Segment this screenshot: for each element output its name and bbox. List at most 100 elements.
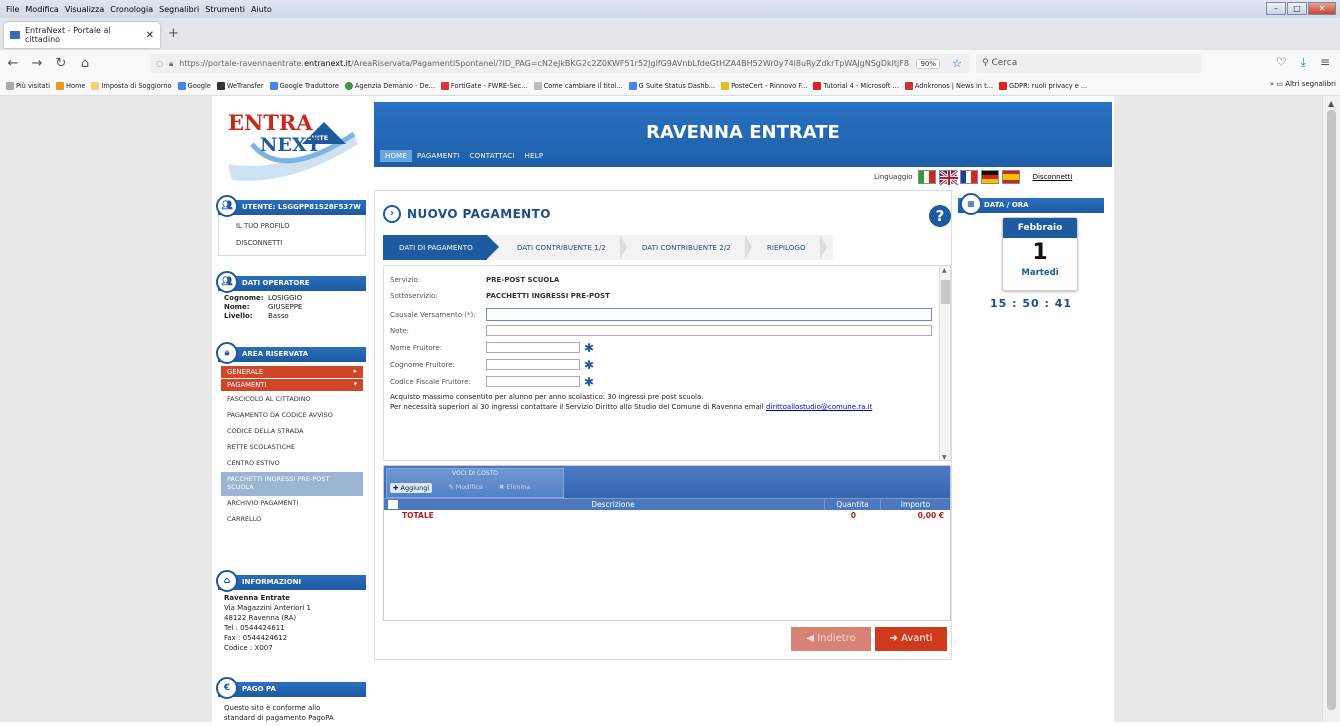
- sidebar-item-codice-strada[interactable]: CODICE DELLA STRADA: [221, 424, 363, 440]
- search-input[interactable]: ⚲ Cerca: [976, 54, 1202, 73]
- bookmark-item[interactable]: GDPR: ruoli privacy e ...: [998, 81, 1087, 90]
- download-icon[interactable]: ⤓: [1301, 55, 1306, 70]
- bookmark-star-icon[interactable]: ☆: [952, 58, 962, 69]
- sidebar-item-rette[interactable]: RETTE SCOLASTICHE: [221, 440, 363, 456]
- cost-header: Descrizione Quantita Importo: [384, 498, 950, 510]
- step-contribuente-2[interactable]: DATI CONTRIBUENTE 2/2: [620, 235, 752, 260]
- reserved-head: 🔒︎ AREA RISERVATA: [216, 342, 366, 364]
- disconnect-link[interactable]: DISCONNETTI: [222, 235, 362, 252]
- date-time-box: ▦ DATA / ORA Febbraio 1 Martedì 15 : 50 :…: [958, 193, 1104, 310]
- menu-strumenti[interactable]: Strumenti: [205, 5, 245, 14]
- tab-strip: EntraNext - Portale al cittadino ✕ +: [0, 18, 1340, 50]
- form-scrollbar[interactable]: ▲ ▼: [939, 266, 950, 460]
- back-button[interactable]: ◀ Indietro: [791, 627, 871, 651]
- select-all-checkbox[interactable]: [388, 500, 398, 509]
- hamburger-menu-icon[interactable]: ≡: [1320, 55, 1330, 70]
- bookmark-item[interactable]: Home: [55, 81, 85, 90]
- operator-head: 👥︎ DATI OPERATORE: [216, 271, 366, 293]
- flag-spain-icon[interactable]: [1001, 170, 1020, 184]
- sidebar-item-archivio[interactable]: ARCHIVIO PAGAMENTI: [221, 496, 363, 512]
- new-tab-icon[interactable]: +: [168, 26, 179, 41]
- nav-help[interactable]: HELP: [520, 150, 549, 162]
- menu-visualizza[interactable]: Visualizza: [65, 5, 104, 14]
- nome-input[interactable]: [486, 342, 580, 353]
- bookmark-item[interactable]: Agenzia Demanio - De...: [344, 81, 435, 90]
- step-riepilogo[interactable]: RIEPILOGO: [745, 235, 827, 260]
- col-quantita[interactable]: Quantita: [824, 499, 880, 510]
- bookmark-item[interactable]: FortiGate - FWRE-Sec...: [440, 81, 528, 90]
- bookmark-item[interactable]: WeTransfer: [216, 81, 264, 90]
- bookmark-item[interactable]: Imposta di Soggiorno: [91, 81, 172, 90]
- causale-input[interactable]: [486, 308, 932, 321]
- flag-germany-icon[interactable]: [980, 170, 999, 184]
- close-tab-icon[interactable]: ✕: [146, 30, 154, 41]
- other-bookmarks[interactable]: » ▭ Altri segnalibri: [1270, 80, 1336, 88]
- step-dati-pagamento[interactable]: DATI DI PAGAMENTO: [383, 235, 499, 260]
- page-title-text: NUOVO PAGAMENTO: [407, 207, 551, 221]
- back-arrow-icon[interactable]: ←: [2, 56, 24, 71]
- minimize-button[interactable]: –: [1266, 2, 1286, 15]
- pocket-icon[interactable]: ♡: [1276, 55, 1287, 70]
- edit-cost-button[interactable]: ✎ Modifica: [448, 483, 483, 493]
- bookmark-item[interactable]: Più visitati: [6, 81, 50, 90]
- bookmark-item[interactable]: G Suite Status Dashb...: [628, 81, 715, 90]
- menu-pagamenti[interactable]: PAGAMENTI ▾: [221, 379, 363, 391]
- menu-cronologia[interactable]: Cronologia: [110, 5, 153, 14]
- profile-link[interactable]: IL TUO PROFILO: [222, 218, 362, 235]
- home-icon[interactable]: ⌂: [74, 56, 96, 71]
- col-importo[interactable]: Importo: [880, 499, 950, 510]
- help-icon[interactable]: ?: [929, 205, 951, 227]
- sidebar-item-fascicolo[interactable]: FASCICOLO AL CITTADINO: [221, 392, 363, 408]
- menu-generale[interactable]: GENERALE ▸: [221, 366, 363, 378]
- bookmark-item[interactable]: Adnkronos | News in t...: [904, 81, 993, 90]
- sidebar-item-centro-estivo[interactable]: CENTRO ESTIVO: [221, 456, 363, 472]
- next-button[interactable]: ➔ Avanti: [875, 627, 947, 651]
- add-cost-button[interactable]: ✚ Aggiungi: [390, 483, 433, 493]
- entranext-logo[interactable]: ENTRA SUITE NEXT: [222, 104, 372, 188]
- bookmark-item[interactable]: Come cambiare il titol...: [533, 81, 623, 90]
- page-scrollbar[interactable]: ▲: [1322, 96, 1340, 722]
- bookmark-item[interactable]: Google: [177, 81, 211, 90]
- flag-italy-icon[interactable]: [917, 170, 936, 184]
- menu-segnalibri[interactable]: Segnalibri: [159, 5, 199, 14]
- bookmark-item[interactable]: Tutorial 4 - Microsoft ...: [813, 81, 899, 90]
- total-row: TOTALE 0 0,00 €: [384, 510, 950, 522]
- col-descrizione[interactable]: Descrizione: [402, 499, 824, 510]
- close-window-button[interactable]: ✕: [1308, 2, 1336, 15]
- nav-pagamenti[interactable]: PAGAMENTI: [412, 150, 465, 162]
- reload-icon[interactable]: ↻: [50, 56, 72, 71]
- nav-contattaci[interactable]: CONTATTACI: [465, 150, 520, 162]
- browser-tab[interactable]: EntraNext - Portale al cittadino ✕: [4, 22, 160, 48]
- note-input[interactable]: [486, 325, 932, 336]
- logout-link[interactable]: Disconnetti: [1033, 173, 1073, 181]
- nav-home[interactable]: HOME: [380, 150, 413, 162]
- calendar-icon: ▦: [960, 193, 982, 215]
- email-link[interactable]: dirittoallostudio@comune.ra.it: [766, 403, 872, 411]
- menu-file[interactable]: File: [6, 5, 19, 14]
- scroll-up-icon[interactable]: ▲: [1328, 99, 1334, 108]
- address-bar[interactable]: ◌ 🔒︎ https://portale-ravennaentrate. ent…: [150, 54, 970, 73]
- forward-arrow-icon[interactable]: →: [26, 56, 48, 71]
- bookmark-item[interactable]: Google Traduttore: [269, 81, 339, 90]
- sidebar-item-codice-avviso[interactable]: PAGAMENTO DA CODICE AVVISO: [221, 408, 363, 424]
- sidebar-item-pacchetti[interactable]: PACCHETTI INGRESSI PRE-POST SCUOLA: [221, 472, 363, 496]
- codice-fiscale-input[interactable]: [486, 376, 580, 387]
- scroll-thumb[interactable]: [941, 280, 950, 304]
- sidebar-item-carrello[interactable]: CARRELLO: [221, 512, 363, 528]
- flag-france-icon[interactable]: [959, 170, 978, 184]
- delete-cost-button[interactable]: ✖ Elimina: [499, 483, 530, 493]
- scroll-thumb[interactable]: [1327, 110, 1336, 710]
- menu-aiuto[interactable]: Aiuto: [251, 5, 272, 14]
- zoom-badge[interactable]: 90%: [916, 58, 940, 69]
- total-amount: 0,00 €: [917, 511, 944, 520]
- menu-modifica[interactable]: Modifica: [25, 5, 58, 14]
- cognome-input[interactable]: [486, 359, 580, 370]
- users-icon: 👥︎: [216, 271, 238, 293]
- asterisk-icon: ✱: [584, 374, 595, 389]
- scroll-down-icon[interactable]: ▼: [942, 454, 947, 460]
- step-contribuente-1[interactable]: DATI CONTRIBUENTE 1/2: [487, 235, 627, 260]
- bookmark-item[interactable]: PosteCert - Rinnovo F...: [721, 81, 807, 90]
- maximize-button[interactable]: □: [1287, 2, 1307, 15]
- scroll-up-icon[interactable]: ▲: [942, 267, 947, 274]
- flag-uk-icon[interactable]: [938, 170, 958, 185]
